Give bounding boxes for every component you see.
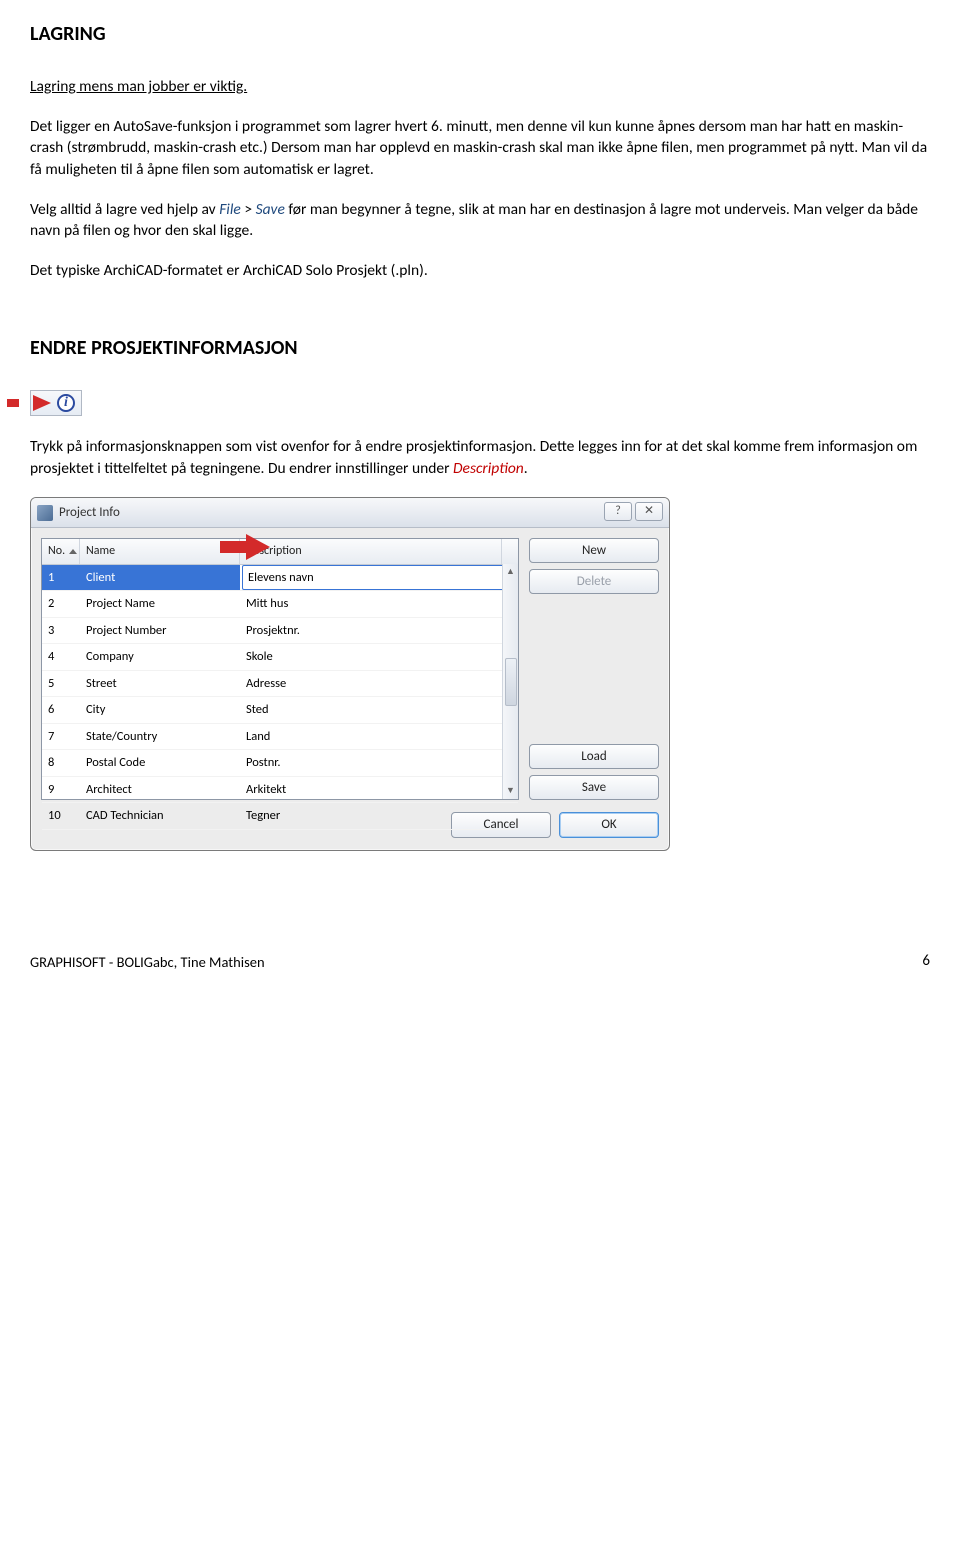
heading-lagring: LAGRING	[30, 20, 930, 48]
lagring-file-save-text: Velg alltid å lagre ved hjelp av File > …	[30, 199, 930, 242]
endre-prosjekt-text: Trykk på informasjonsknappen som vist ov…	[30, 436, 930, 479]
save-button[interactable]: Save	[529, 775, 659, 800]
table-row[interactable]: 1 Client Elevens navn	[42, 565, 518, 592]
app-icon	[37, 505, 53, 521]
table-row[interactable]: 10 CAD Technician Tegner	[42, 803, 518, 830]
new-button[interactable]: New	[529, 538, 659, 563]
col-name[interactable]: Name	[80, 539, 240, 564]
footer-credit: GRAPHISOFT - BOLIGabc, Tine Mathisen	[30, 952, 265, 972]
dialog-titlebar[interactable]: Project Info ? ✕	[31, 498, 669, 528]
description-input[interactable]: Elevens navn	[242, 565, 516, 591]
menu-path-file: File	[219, 200, 241, 219]
red-arrow-icon	[220, 534, 270, 560]
project-info-dialog: Project Info ? ✕ No. Name Description 1 …	[30, 497, 670, 851]
red-arrow-icon	[33, 395, 51, 411]
table-row[interactable]: 5 Street Adresse	[42, 671, 518, 698]
dialog-title: Project Info	[59, 504, 120, 522]
close-button[interactable]: ✕	[635, 502, 663, 521]
page-number: 6	[922, 951, 930, 972]
project-info-table: No. Name Description 1 Client Elevens na…	[41, 538, 519, 800]
scroll-down-icon[interactable]: ▼	[504, 783, 518, 799]
delete-button[interactable]: Delete	[529, 569, 659, 594]
table-header: No. Name Description	[42, 539, 518, 565]
table-row[interactable]: 2 Project Name Mitt hus	[42, 591, 518, 618]
col-description[interactable]: Description	[240, 539, 502, 564]
table-row[interactable]: 7 State/Country Land	[42, 724, 518, 751]
ok-button[interactable]: OK	[559, 812, 659, 838]
table-row[interactable]: 9 Architect Arkitekt	[42, 777, 518, 804]
lagring-autosave-text: Det ligger en AutoSave-funksjon i progra…	[30, 116, 930, 181]
heading-endre-prosjektinfo: ENDRE PROSJEKTINFORMASJON	[30, 334, 930, 362]
lagring-intro: Lagring mens man jobber er viktig.	[30, 76, 930, 98]
red-arrow-icon	[7, 399, 19, 407]
load-button[interactable]: Load	[529, 744, 659, 769]
lagring-format-text: Det typiske ArchiCAD-formatet er ArchiCA…	[30, 260, 930, 282]
scrollbar[interactable]: ▲ ▼	[502, 564, 518, 799]
scroll-up-icon[interactable]: ▲	[504, 564, 518, 580]
info-toolbar-screenshot: i	[30, 390, 82, 416]
table-row[interactable]: 6 City Sted	[42, 697, 518, 724]
scroll-thumb[interactable]	[505, 658, 517, 706]
info-icon: i	[57, 394, 75, 412]
table-row[interactable]: 3 Project Number Prosjektnr.	[42, 618, 518, 645]
table-row[interactable]: 4 Company Skole	[42, 644, 518, 671]
description-term: Description	[453, 459, 524, 478]
help-button[interactable]: ?	[604, 502, 632, 521]
sort-asc-icon	[69, 549, 77, 554]
col-no[interactable]: No.	[42, 539, 80, 564]
menu-path-save: Save	[256, 200, 285, 219]
table-row[interactable]: 8 Postal Code Postnr.	[42, 750, 518, 777]
